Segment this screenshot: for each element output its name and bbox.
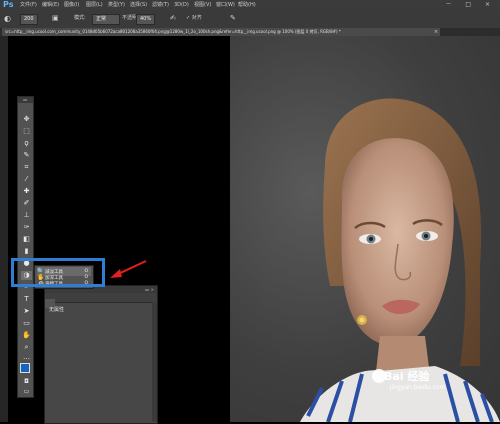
aligned-label: 对齐 [191, 15, 202, 21]
gradient-tool-icon[interactable]: ▮ [21, 247, 32, 256]
crop-tool-icon[interactable]: ⌗ [21, 163, 32, 172]
menu-select[interactable]: 选择(S) [130, 0, 147, 10]
brush-panel-icon[interactable]: ▣ [52, 14, 59, 23]
mode-select[interactable]: 正常 [92, 14, 120, 25]
quick-mask-icon[interactable]: ◘ [21, 377, 32, 386]
healing-brush-tool-icon[interactable]: ✚ [21, 187, 32, 196]
menu-type[interactable]: 类型(Y) [108, 0, 125, 10]
history-brush-tool-icon[interactable]: ✑ [21, 223, 32, 232]
pressure-opacity-icon[interactable]: ✍ [170, 14, 176, 23]
more-tools-icon[interactable]: … [21, 353, 32, 362]
menu-view[interactable]: 视图(V) [194, 0, 211, 10]
menu-help[interactable]: 帮助(H) [238, 0, 256, 10]
aligned-checkbox[interactable]: ✓ 对齐 [186, 14, 202, 23]
clone-stamp-tool-icon[interactable]: ⊥ [21, 211, 32, 220]
menu-layer[interactable]: 图层(L) [86, 0, 103, 10]
menu-3d[interactable]: 3D(D) [174, 0, 189, 10]
marquee-tool-icon[interactable]: ⬚ [21, 127, 32, 136]
brush-tool-icon[interactable]: ✐ [21, 199, 32, 208]
zoom-tool-icon[interactable]: ⌕ [21, 343, 32, 352]
document-tab-title: src=http__img.ucool.com_community_0148d0… [5, 29, 341, 34]
path-select-tool-icon[interactable]: ➤ [21, 307, 32, 316]
annotation-arrow-icon [110, 260, 147, 278]
photoshop-logo: Ps [3, 0, 14, 9]
eraser-tool-icon[interactable]: ◧ [21, 235, 32, 244]
document-tab[interactable]: src=http__img.ucool.com_community_0148d0… [2, 28, 440, 36]
menu-filter[interactable]: 滤镜(T) [152, 0, 169, 10]
options-bar: ◐ 200 ▣ 模式: 正常 不透明度: 40% ✍ ✓ 对齐 ✎ [0, 10, 500, 29]
sample-all-layers-icon[interactable]: ✎ [230, 14, 236, 23]
foreground-color-swatch[interactable] [20, 363, 30, 373]
portrait-photo[interactable] [230, 36, 500, 422]
properties-panel: ▸▸ × 无属性 [44, 285, 158, 424]
annotation-highlight-box [11, 258, 105, 287]
shape-tool-icon[interactable]: ▭ [21, 319, 32, 328]
type-tool-icon[interactable]: T [21, 295, 32, 304]
tools-panel: ▸▸ ✥ ⬚ ϙ ✎ ⌗ ⁄ ✚ ✐ ⊥ ✑ ◧ ▮ ● ◑ ✒ T ➤ ▭ ✋… [17, 96, 34, 398]
window-controls[interactable]: － □ × [445, 0, 496, 10]
tool-preset-icon[interactable]: ◐ [4, 14, 11, 23]
quick-select-tool-icon[interactable]: ✎ [21, 151, 32, 160]
menu-window[interactable]: 窗口(W) [216, 0, 235, 10]
brush-size-picker[interactable]: 200 [20, 14, 38, 25]
menu-file[interactable]: 文件(F) [20, 0, 37, 10]
watermark-url: jingyan.baidu.com [390, 384, 446, 391]
no-properties-label: 无属性 [49, 307, 65, 313]
menu-bar: Ps 文件(F) 编辑(E) 图像(I) 图层(L) 类型(Y) 选择(S) 滤… [0, 0, 500, 10]
opacity-input[interactable]: 40% [136, 14, 156, 25]
properties-tab-bar [45, 293, 157, 308]
move-tool-icon[interactable]: ✥ [21, 115, 32, 124]
menu-image[interactable]: 图像(I) [64, 0, 79, 10]
screen-mode-icon[interactable]: ▭ [21, 387, 32, 396]
close-icon[interactable]: × [434, 28, 438, 36]
tools-panel-header[interactable]: ▸▸ [18, 97, 33, 103]
lasso-tool-icon[interactable]: ϙ [21, 139, 32, 148]
menu-edit[interactable]: 编辑(E) [42, 0, 59, 10]
document-tab-bar: src=http__img.ucool.com_community_0148d0… [0, 28, 500, 36]
hand-tool-icon[interactable]: ✋ [21, 331, 32, 340]
mode-label: 模式: [74, 15, 86, 21]
vertical-ruler [0, 36, 8, 422]
watermark-text: Bai 经验 [384, 370, 430, 383]
eyedropper-tool-icon[interactable]: ⁄ [21, 175, 32, 184]
portrait-illustration [300, 98, 500, 422]
properties-scrollbar[interactable] [152, 302, 157, 422]
